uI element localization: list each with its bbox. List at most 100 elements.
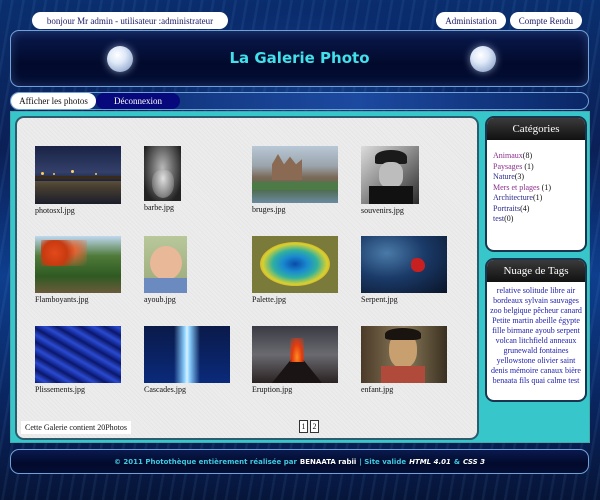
photo-caption: Plissements.jpg [35, 385, 86, 394]
gallery-item[interactable]: Palette.jpg [252, 236, 338, 304]
html-valid-link[interactable]: HTML 4.01 [409, 458, 451, 466]
volcano-eruption-photo[interactable] [252, 326, 338, 383]
gallery-item[interactable]: barbe.jpg [144, 146, 181, 212]
category-link-nature[interactable]: Nature [493, 172, 515, 181]
category-item: Paysages (1) [493, 162, 579, 173]
tab-show-photos[interactable]: Afficher les photos [11, 93, 96, 109]
tag-link[interactable]: bordeaux [493, 296, 523, 305]
category-item: Animaux(8) [493, 151, 579, 162]
tag-link[interactable]: libre [550, 286, 565, 295]
tag-link[interactable]: relative [497, 286, 521, 295]
css-valid-link[interactable]: CSS 3 [463, 458, 485, 466]
tag-link[interactable]: quai [531, 376, 545, 385]
tag-link[interactable]: denis [491, 366, 508, 375]
gallery-item[interactable]: enfant.jpg [361, 326, 447, 394]
tag-link[interactable]: volcan [496, 336, 517, 345]
gallery-item[interactable]: Flamboyants.jpg [35, 236, 121, 304]
gallery-item[interactable]: Serpent.jpg [361, 236, 447, 304]
tag-link[interactable]: test [568, 376, 579, 385]
tag-link[interactable]: ayoub [535, 326, 555, 335]
tag-link[interactable]: litchfield [519, 336, 548, 345]
page-link-2[interactable]: 2 [310, 420, 319, 433]
tag-link[interactable]: zoo [490, 306, 502, 315]
tag-link[interactable]: grunewald [503, 346, 537, 355]
top-nav: Administation Compte Rendu [436, 12, 582, 29]
tag-link[interactable]: fontaines [539, 346, 568, 355]
snake-photo[interactable] [361, 236, 447, 293]
tag-link[interactable]: sauvages [550, 296, 579, 305]
blue-silk-photo[interactable] [35, 326, 121, 383]
tag-cloud: relative solitude libre air bordeaux syl… [487, 282, 585, 390]
footer-amp: & [453, 457, 460, 466]
tag-link[interactable]: air [567, 286, 575, 295]
tag-link[interactable]: benaata [493, 376, 517, 385]
tag-link[interactable]: fils [519, 376, 529, 385]
page-link-1[interactable]: 1 [299, 420, 308, 433]
category-count: (0) [504, 214, 514, 223]
gallery-item[interactable]: Eruption.jpg [252, 326, 338, 394]
tag-link[interactable]: martin [512, 316, 533, 325]
moon-icon [470, 46, 496, 72]
site-footer: © 2011 Photothèque entièrement réalisée … [10, 449, 589, 474]
tag-link[interactable]: canard [561, 306, 582, 315]
bearded-man-photo[interactable] [144, 146, 181, 201]
flame-tree-photo[interactable] [35, 236, 121, 293]
gallery-item[interactable]: photosxl.jpg [35, 146, 121, 215]
photo-caption: Eruption.jpg [252, 385, 293, 394]
bruges-canal-photo[interactable] [252, 146, 338, 203]
tag-link[interactable]: sylvain [525, 296, 548, 305]
nav-administration[interactable]: Administation [436, 12, 506, 29]
category-item: test(0) [493, 214, 579, 225]
gallery-item[interactable]: ayoub.jpg [144, 236, 187, 304]
baby-photo[interactable] [144, 236, 187, 293]
category-item: Mers et plages (1) [493, 183, 579, 194]
category-link-animaux[interactable]: Animaux [493, 151, 523, 160]
hot-spring-photo[interactable] [252, 236, 338, 293]
category-link-mers-et-plages[interactable]: Mers et plages [493, 183, 540, 192]
footer-author: BENAATA rabii [299, 457, 357, 466]
category-count: (4) [520, 203, 530, 213]
tag-link[interactable]: bière [565, 366, 581, 375]
gallery-item[interactable]: Plissements.jpg [35, 326, 121, 394]
old-man-portrait-photo[interactable] [361, 146, 419, 204]
gallery-item[interactable]: souvenirs.jpg [361, 146, 419, 215]
category-link-architecture[interactable]: Architecture [493, 193, 533, 202]
tag-cloud-title: Nuage de Tags [487, 260, 585, 282]
gallery-item[interactable]: Cascades.jpg [144, 326, 230, 394]
tag-link[interactable]: abeille [535, 316, 556, 325]
footer-copyright: © 2011 Photothèque entièrement réalisée … [113, 457, 297, 466]
tag-link[interactable]: Petite [492, 316, 510, 325]
category-item: Architecture(1) [493, 193, 579, 204]
category-link-portraits[interactable]: Portraits [493, 204, 520, 213]
tag-link[interactable]: pêcheur [533, 306, 558, 315]
tag-link[interactable]: mémoire [510, 366, 538, 375]
tag-link[interactable]: belgique [504, 306, 532, 315]
tag-link[interactable]: solitude [523, 286, 548, 295]
nav-compte-rendu[interactable]: Compte Rendu [509, 12, 582, 29]
category-count: (1) [539, 182, 551, 192]
tag-link[interactable]: birmane [507, 326, 533, 335]
tag-link[interactable]: yellowstone [497, 356, 536, 365]
tag-link[interactable]: calme [547, 376, 566, 385]
blue-waterfall-photo[interactable] [144, 326, 230, 383]
photo-caption: Serpent.jpg [361, 295, 398, 304]
child-portrait-photo[interactable] [361, 326, 447, 383]
tab-logout[interactable]: Déconnexion [96, 93, 180, 109]
main-content: photosxl.jpg barbe.jpg bruges.jpg souven… [10, 111, 590, 443]
tag-link[interactable]: anneaux [550, 336, 577, 345]
category-item: Portraits(4) [493, 204, 579, 215]
gallery-item[interactable]: bruges.jpg [252, 146, 338, 214]
photo-gallery: photosxl.jpg barbe.jpg bruges.jpg souven… [15, 116, 479, 440]
tag-link[interactable]: égypte [559, 316, 580, 325]
category-link-paysages[interactable]: Paysages [493, 162, 522, 171]
site-header: La Galerie Photo [10, 30, 589, 87]
category-link-test[interactable]: test [493, 214, 504, 223]
pier-sunset-photo[interactable] [35, 146, 121, 204]
gallery-count: Cette Galerie contient 20Photos [21, 421, 131, 434]
tag-link[interactable]: fille [492, 326, 505, 335]
categories-title: Catégories [487, 118, 585, 140]
tag-link[interactable]: saint [560, 356, 575, 365]
tag-link[interactable]: canaux [540, 366, 563, 375]
tag-link[interactable]: serpent [557, 326, 580, 335]
tag-link[interactable]: olivier [537, 356, 558, 365]
